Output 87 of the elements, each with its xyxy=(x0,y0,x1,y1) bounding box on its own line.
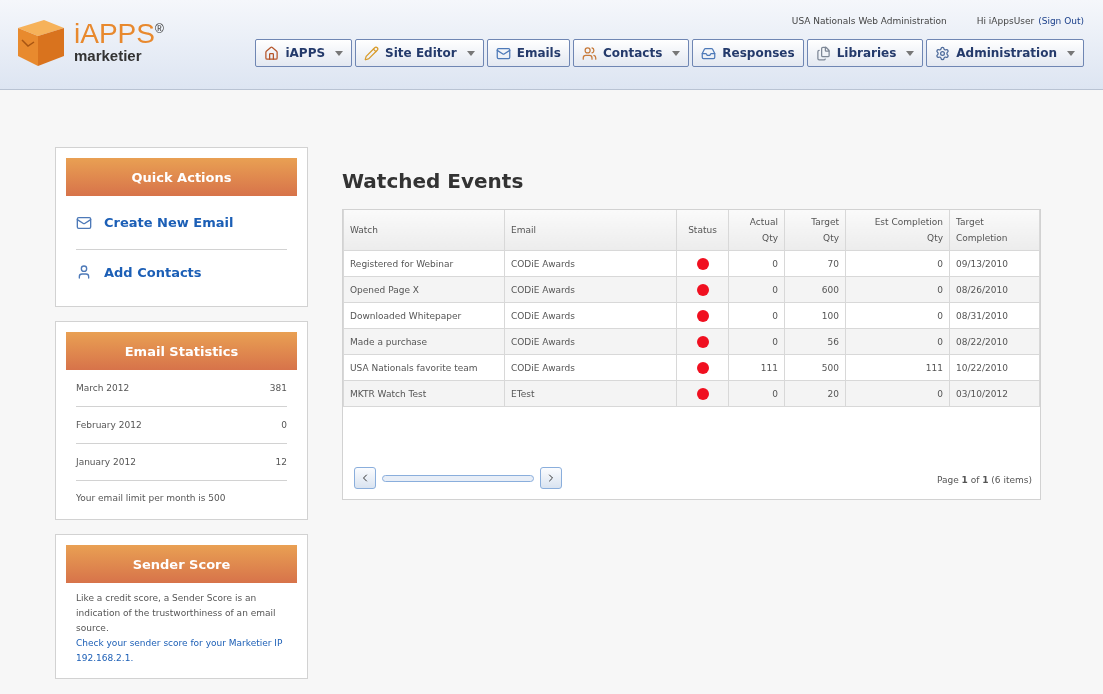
table-cell: 0 xyxy=(845,250,950,277)
month-label: February 2012 xyxy=(76,420,142,430)
table-cell: 0 xyxy=(845,380,950,407)
table-cell: MKTR Watch Test xyxy=(343,380,505,407)
table-cell: CODiE Awards xyxy=(504,354,677,381)
panel-title: Quick Actions xyxy=(66,158,297,196)
nav-menu-button[interactable]: Site Editor xyxy=(355,39,484,67)
table-cell: 111 xyxy=(845,354,950,381)
pencil-icon xyxy=(364,45,380,61)
column-header: Est Completion Qty xyxy=(873,216,943,245)
table-cell: Registered for Webinar xyxy=(343,250,505,277)
panel-title: Email Statistics xyxy=(66,332,297,370)
nav-menu-button[interactable]: Libraries xyxy=(806,39,924,67)
sign-out-link[interactable]: (Sign Out) xyxy=(1038,16,1084,26)
table-cell: Downloaded Whitepaper xyxy=(343,302,505,329)
table-cell: 10/22/2010 xyxy=(949,354,1040,381)
documents-icon xyxy=(815,45,831,61)
table-cell: 100 xyxy=(784,302,846,329)
envelope-icon xyxy=(495,45,511,61)
table-cell: 0 xyxy=(845,276,950,303)
logo-product: marketier xyxy=(74,47,143,63)
column-header: Target Completion xyxy=(956,216,1009,245)
caret-icon xyxy=(466,50,475,56)
scrollbar-track[interactable] xyxy=(382,474,534,482)
nav-menu-button[interactable]: iAPPS xyxy=(255,39,353,67)
table-cell: 0 xyxy=(728,250,785,277)
table-cell: 08/31/2010 xyxy=(949,302,1040,329)
caret-icon xyxy=(1067,50,1075,56)
action-link[interactable]: Add Contacts xyxy=(104,264,202,280)
table-cell: USA Nationals favorite team xyxy=(343,354,505,381)
table-cell: 0 xyxy=(845,302,950,329)
nav-menu-button[interactable]: Responses xyxy=(692,39,804,67)
home-icon xyxy=(264,45,280,61)
table-cell: 0 xyxy=(845,328,950,355)
table-cell: ETest xyxy=(504,380,677,407)
inbox-icon xyxy=(701,45,717,61)
caret-icon xyxy=(335,50,344,56)
table-cell: 08/26/2010 xyxy=(949,276,1040,303)
sender-score-text: Like a credit score, a Sender Score is an indication of the trustworthiness of an email source. Check your sender score for your Marketier IP 192.168.2.1. xyxy=(76,591,287,666)
table-cell: 08/22/2010 xyxy=(949,328,1040,355)
table-cell: 0 xyxy=(728,276,785,303)
month-label: January 2012 xyxy=(76,457,136,467)
table-cell: 09/13/2010 xyxy=(949,250,1040,277)
page-title: Watched Events xyxy=(342,169,525,193)
pager-info: Page 1 of 1 (6 items) xyxy=(936,475,1032,485)
table-cell: 500 xyxy=(784,354,846,381)
table-cell: CODiE Awards xyxy=(504,302,677,329)
table-cell: 56 xyxy=(784,328,846,355)
greeting: Hi iAppsUser xyxy=(976,16,1035,26)
table-cell: Made a purchase xyxy=(343,328,505,355)
table-cell: CODiE Awards xyxy=(504,328,677,355)
table-cell: 03/10/2012 xyxy=(949,380,1040,407)
column-header: Actual Qty xyxy=(748,216,778,245)
month-label: March 2012 xyxy=(76,383,130,393)
gear-icon xyxy=(935,45,951,61)
table-cell: 70 xyxy=(784,250,846,277)
column-header: Email xyxy=(511,224,536,237)
table-cell: CODiE Awards xyxy=(504,276,677,303)
column-header: Watch xyxy=(350,224,379,237)
caret-icon xyxy=(672,50,681,56)
table-cell: 20 xyxy=(784,380,846,407)
nav-menu-button[interactable]: Administration xyxy=(926,39,1084,67)
table-cell: 600 xyxy=(784,276,846,303)
logo-brand: iAPPS$^{®}$ xyxy=(74,19,164,48)
sender-score-link[interactable]: Check your sender score for your Marketier IP 192.168.2.1. xyxy=(76,636,287,666)
email-count: 381 xyxy=(269,383,287,393)
table-cell: 0 xyxy=(728,380,785,407)
table-cell: 0 xyxy=(728,302,785,329)
table-cell: 0 xyxy=(728,328,785,355)
envelope-icon xyxy=(76,214,92,231)
table-cell: 111 xyxy=(728,354,785,381)
table-cell: CODiE Awards xyxy=(504,250,677,277)
scroll-left-button[interactable] xyxy=(354,467,376,489)
email-count: 12 xyxy=(275,457,287,467)
caret-icon xyxy=(906,50,915,56)
column-header: Status xyxy=(688,224,717,237)
site-name: USA Nationals Web Administration xyxy=(791,16,947,26)
table-cell: Opened Page X xyxy=(343,276,505,303)
nav-menu-button[interactable]: Contacts xyxy=(572,39,690,67)
panel-title: Sender Score xyxy=(66,545,297,583)
email-limit-note: Your email limit per month is 500 xyxy=(76,493,227,503)
column-header: Target Qty xyxy=(810,216,839,245)
action-link[interactable]: Create New Email xyxy=(104,215,234,230)
email-count: 0 xyxy=(281,420,287,430)
nav-menu-button[interactable]: Emails xyxy=(486,39,570,67)
scroll-right-button[interactable] xyxy=(540,467,562,489)
people-icon xyxy=(581,45,597,61)
